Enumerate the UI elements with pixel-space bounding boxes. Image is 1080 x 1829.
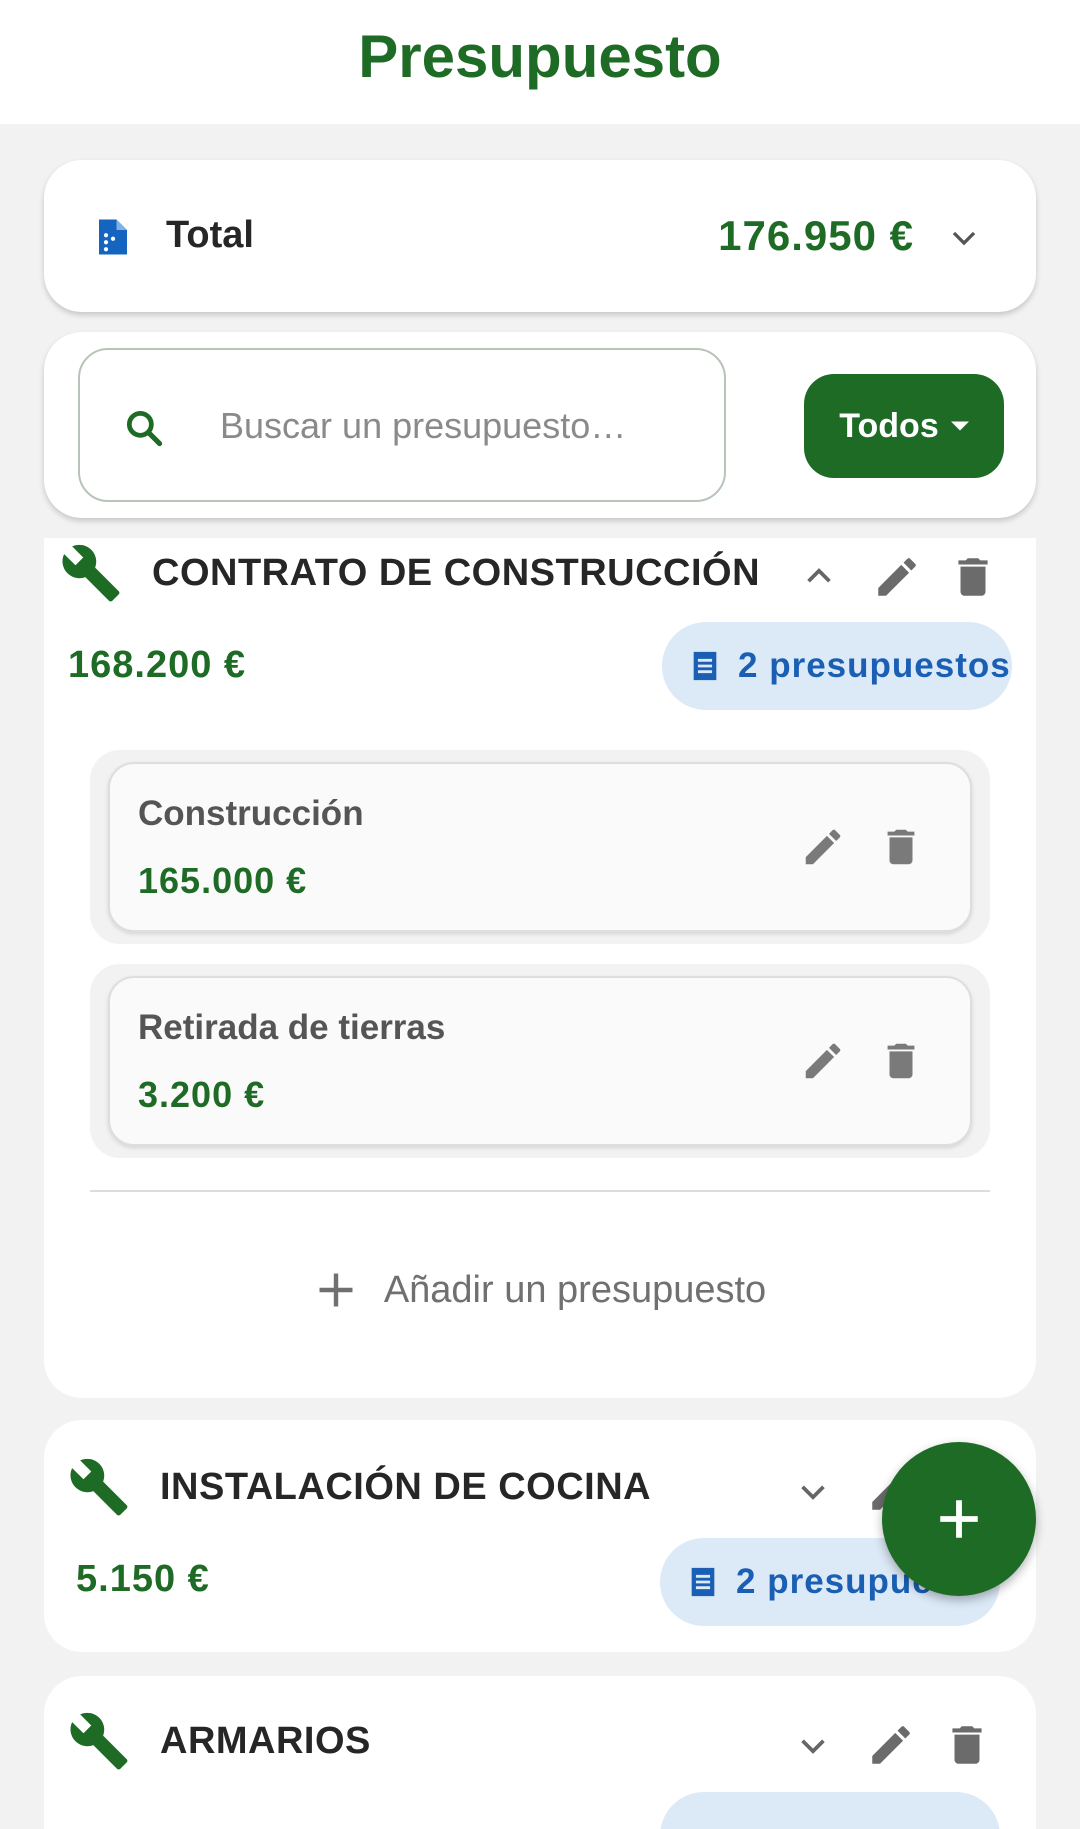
document-icon	[99, 219, 127, 255]
budget-item-amount: 3.200 €	[138, 1074, 266, 1115]
group-amount: 5.150 €	[76, 1558, 210, 1600]
group-title: CONTRATO DE CONSTRUCCIÓN	[152, 552, 761, 594]
search-icon	[126, 410, 163, 447]
pencil-icon[interactable]	[866, 1720, 916, 1770]
group-title: INSTALACIÓN DE COCINA	[160, 1466, 652, 1508]
budget-item-name: Retirada de tierras	[138, 1008, 446, 1047]
budget-item-amount: 165.000 €	[138, 860, 308, 901]
group-title: ARMARIOS	[160, 1720, 371, 1762]
receipt-icon	[691, 1567, 715, 1597]
total-card[interactable]: Total 176.950 €	[44, 160, 1036, 312]
chevron-down-icon[interactable]	[944, 218, 984, 258]
budget-item-card[interactable]: Construcción 165.000 €	[108, 762, 972, 932]
add-budget-button[interactable]: Añadir un presupuesto	[44, 1250, 1036, 1330]
receipt-icon	[693, 651, 717, 681]
trash-icon[interactable]	[948, 552, 998, 602]
filter-dropdown-button[interactable]: Todos	[804, 374, 1004, 478]
budget-item-card[interactable]: Retirada de tierras 3.200 €	[108, 976, 972, 1146]
plus-icon	[319, 1273, 353, 1307]
wrench-icon	[70, 1712, 128, 1770]
total-amount: 176.950 €	[718, 212, 914, 259]
plus-icon	[940, 1500, 978, 1538]
budget-item[interactable]: Construcción 165.000 €	[90, 750, 990, 944]
search-input[interactable]	[220, 396, 690, 456]
add-group-fab[interactable]	[882, 1442, 1036, 1596]
chevron-up-icon[interactable]	[794, 552, 844, 602]
pencil-icon[interactable]	[800, 1038, 846, 1084]
budget-item-name: Construcción	[138, 794, 364, 833]
budget-item[interactable]: Retirada de tierras 3.200 €	[90, 964, 990, 1158]
chevron-down-icon[interactable]	[788, 1466, 838, 1516]
filter-label: Todos	[839, 406, 939, 445]
divider	[90, 1190, 990, 1192]
trash-icon[interactable]	[878, 1038, 924, 1084]
search-box[interactable]	[78, 348, 726, 502]
caret-down-icon	[950, 421, 969, 431]
budget-group[interactable]: ARMARIOS	[44, 1676, 1036, 1829]
wrench-icon	[62, 544, 120, 602]
trash-icon[interactable]	[878, 824, 924, 870]
count-badge[interactable]	[660, 1792, 1000, 1829]
search-card: Todos	[44, 332, 1036, 518]
app-bar: Presupuesto	[0, 0, 1080, 124]
total-label: Total	[166, 214, 254, 256]
count-label: 2 presupuestos	[738, 646, 1011, 685]
budget-group: CONTRATO DE CONSTRUCCIÓN 168.200 € 2 pre…	[44, 538, 1036, 1398]
page-title: Presupuesto	[358, 23, 722, 90]
add-budget-label: Añadir un presupuesto	[383, 1268, 767, 1311]
group-amount: 168.200 €	[68, 644, 247, 686]
wrench-icon	[70, 1458, 128, 1516]
pencil-icon[interactable]	[872, 552, 922, 602]
pencil-icon[interactable]	[800, 824, 846, 870]
chevron-down-icon[interactable]	[788, 1720, 838, 1770]
trash-icon[interactable]	[942, 1720, 992, 1770]
count-badge[interactable]: 2 presupuestos	[662, 622, 1012, 710]
